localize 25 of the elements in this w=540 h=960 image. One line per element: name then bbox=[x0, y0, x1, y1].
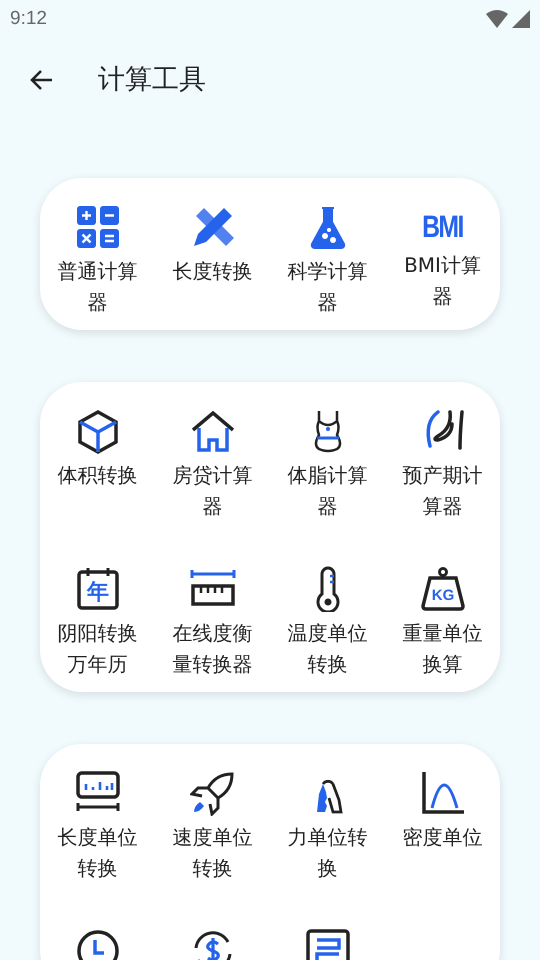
tool-label[interactable]: 重量单位换算 bbox=[396, 618, 490, 680]
tool-label[interactable]: 长度转换 bbox=[172, 256, 252, 287]
page-title: 计算工具 bbox=[98, 62, 206, 97]
tool-label[interactable]: 房贷计算器 bbox=[166, 460, 260, 522]
tool-label[interactable]: 温度单位转换 bbox=[280, 618, 374, 680]
status-time: 9:12 bbox=[10, 6, 47, 31]
tool-label[interactable]: 密度单位 bbox=[402, 822, 482, 853]
tool-label[interactable]: 科学计算器 bbox=[280, 256, 374, 318]
tool-label[interactable]: 速度单位转换 bbox=[166, 822, 260, 884]
calculator-icon bbox=[74, 204, 120, 250]
tool-label[interactable]: 预产期计算器 bbox=[396, 460, 490, 522]
tool-label[interactable]: 体积转换 bbox=[58, 460, 138, 491]
tool-label[interactable]: 体脂计算器 bbox=[280, 460, 374, 522]
tool-label[interactable]: 力单位转换 bbox=[280, 822, 374, 884]
tool-label[interactable]: 长度单位转换 bbox=[50, 822, 144, 884]
tool-label[interactable]: 在线度衡量转换器 bbox=[166, 618, 260, 680]
bmi-icon: BMI bbox=[422, 204, 463, 250]
rocket-icon bbox=[190, 770, 236, 816]
curve-chart-icon bbox=[420, 770, 466, 816]
tool-label[interactable]: BMI计算器 bbox=[396, 250, 490, 312]
signal-icon bbox=[512, 10, 530, 28]
wifi-icon bbox=[486, 10, 508, 28]
tool-label[interactable]: 阴阳转换万年历 bbox=[50, 618, 144, 680]
house-icon bbox=[190, 408, 236, 454]
tool-label[interactable]: 普通计算器 bbox=[50, 256, 144, 318]
